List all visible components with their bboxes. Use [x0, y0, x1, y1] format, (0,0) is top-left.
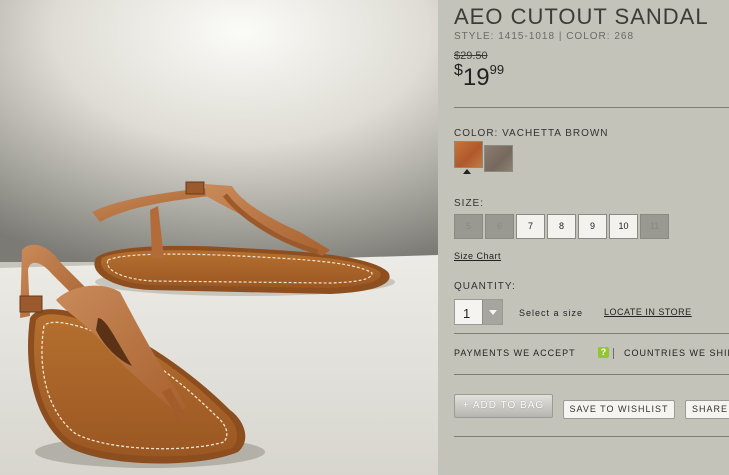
price-dollars: 19	[462, 64, 490, 91]
divider	[454, 374, 729, 375]
separator	[613, 348, 614, 359]
locate-in-store-link[interactable]: LOCATE IN STORE	[604, 307, 692, 317]
share-button[interactable]: SHARE	[685, 400, 729, 419]
original-price: $29.50	[454, 50, 488, 62]
divider	[454, 333, 729, 334]
price-currency: $	[454, 62, 463, 79]
save-to-wishlist-button[interactable]: SAVE TO WISHLIST	[563, 400, 675, 419]
add-to-bag-button[interactable]: + ADD TO BAG	[454, 394, 553, 418]
payments-label[interactable]: PAYMENTS WE ACCEPT	[454, 348, 576, 358]
size-option-6: 6	[485, 214, 514, 239]
size-chart-link[interactable]: Size Chart	[454, 251, 501, 261]
size-option-10[interactable]: 10	[609, 214, 638, 239]
divider	[454, 436, 729, 437]
select-size-hint: Select a size	[519, 308, 584, 318]
selected-swatch-indicator-icon	[463, 169, 471, 174]
divider	[454, 107, 729, 108]
help-icon[interactable]: ?	[598, 347, 609, 358]
color-label: COLOR: VACHETTA BROWN	[454, 128, 609, 139]
product-title: AEO CUTOUT SANDAL	[454, 4, 709, 29]
quantity-select[interactable]: 1	[454, 299, 503, 325]
size-option-5: 5	[454, 214, 483, 239]
swatch-vachetta-brown[interactable]	[454, 141, 483, 168]
countries-we-ship-label[interactable]: COUNTRIES WE SHIP	[624, 348, 729, 358]
sale-price: $1999	[454, 62, 504, 92]
quantity-value: 1	[463, 306, 471, 321]
price-cents: 99	[489, 62, 505, 77]
size-option-9[interactable]: 9	[578, 214, 607, 239]
quantity-label: QUANTITY:	[454, 281, 516, 292]
size-option-11: 11	[640, 214, 669, 239]
size-option-8[interactable]: 8	[547, 214, 576, 239]
size-option-7[interactable]: 7	[516, 214, 545, 239]
chevron-down-icon[interactable]	[482, 300, 502, 324]
swatch-taupe[interactable]	[484, 145, 513, 172]
size-label: SIZE:	[454, 198, 485, 209]
sandal-photo	[0, 0, 438, 475]
product-image	[0, 0, 438, 475]
style-color-code: STYLE: 1415-1018 | COLOR: 268	[454, 31, 635, 42]
